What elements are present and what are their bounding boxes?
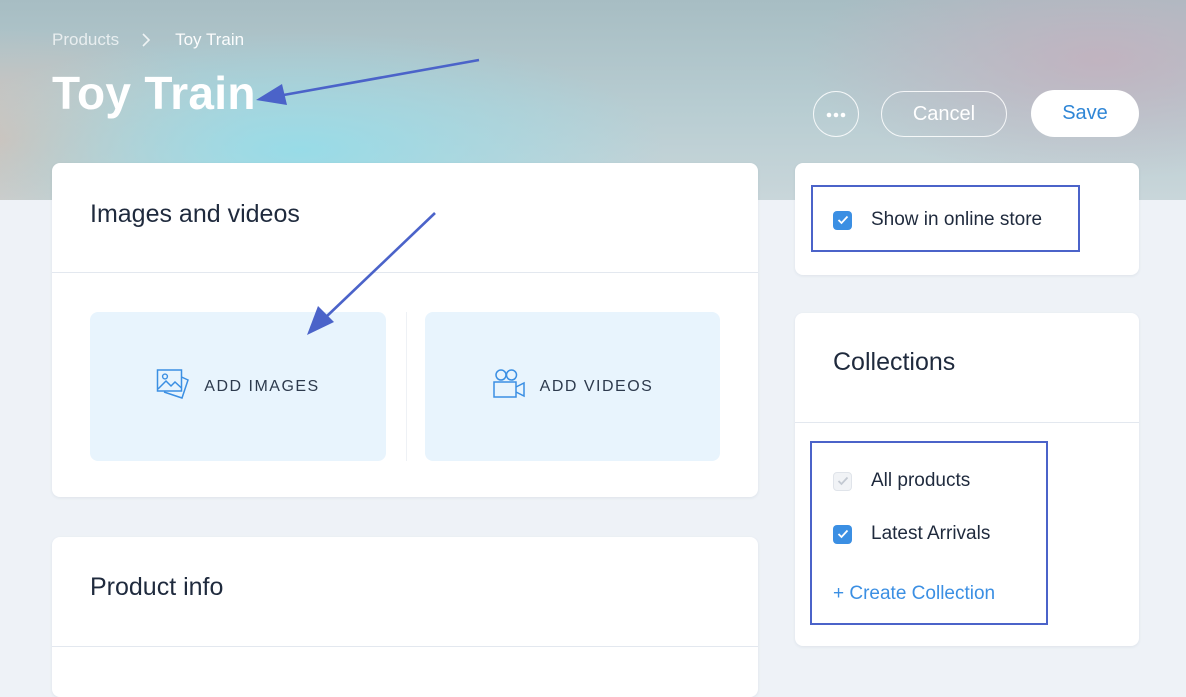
collection-item-label: Latest Arrivals [871,523,991,544]
create-collection-link[interactable]: + Create Collection [833,583,995,605]
show-in-store-label: Show in online store [871,209,1043,230]
cancel-button[interactable]: Cancel [881,91,1007,137]
product-info-title: Product info [90,573,224,601]
media-card: Images and videos ADD IMAGES ADD VIDEOS [52,163,758,497]
collection-item-label: All products [871,470,971,491]
chevron-right-icon [141,32,157,48]
visibility-card: Show in online store [795,163,1139,275]
more-actions-button[interactable] [813,91,859,137]
collection-item-latest-arrivals[interactable]: Latest Arrivals [833,523,990,545]
add-videos-button[interactable]: ADD VIDEOS [425,312,720,461]
collection-item-all-products[interactable]: All products [833,470,970,492]
divider [795,422,1139,423]
save-button[interactable]: Save [1031,90,1139,137]
divider [52,646,758,647]
more-horizontal-icon [826,105,846,123]
checkmark-icon [837,215,848,225]
breadcrumb-products-link[interactable]: Products [52,30,119,50]
breadcrumb-current: Toy Train [175,30,245,49]
tile-separator [406,312,407,461]
page-title: Toy Train [52,67,256,119]
all-products-checkbox[interactable] [833,471,852,491]
collections-card: Collections All products Latest Arrivals… [795,313,1139,646]
product-info-card: Product info [52,537,758,697]
divider [52,272,758,273]
collections-title: Collections [833,348,956,376]
checkmark-icon [837,476,848,486]
breadcrumb: Products Toy Train [52,30,244,50]
show-in-store-checkbox[interactable] [833,210,852,230]
latest-arrivals-checkbox[interactable] [833,524,852,544]
add-images-label: ADD IMAGES [204,377,320,395]
image-icon [156,368,190,405]
add-images-button[interactable]: ADD IMAGES [90,312,386,461]
show-in-store-row[interactable]: Show in online store [833,209,1042,231]
add-videos-label: ADD VIDEOS [539,377,654,395]
checkmark-icon [837,529,848,539]
media-card-title: Images and videos [90,200,300,228]
video-camera-icon [492,368,526,405]
